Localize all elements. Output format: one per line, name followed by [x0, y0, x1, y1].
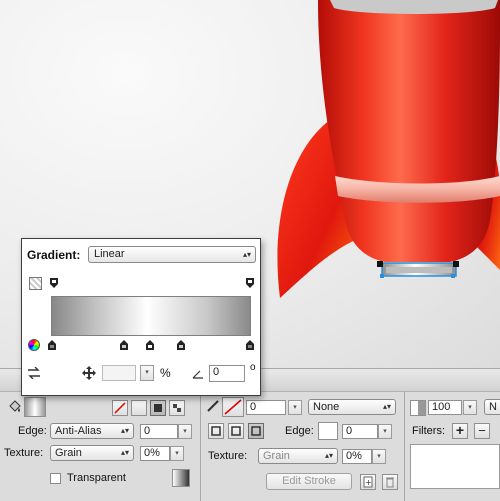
- svg-text:+: +: [365, 478, 372, 487]
- fill-texture-amount-field[interactable]: 0%: [140, 446, 170, 461]
- stroke-texture-amount-field[interactable]: 0%: [342, 449, 372, 464]
- opacity-icon: [410, 400, 426, 416]
- color-stop[interactable]: [146, 340, 154, 350]
- color-wheel-icon[interactable]: [28, 339, 40, 351]
- stroke-edge-amount-stepper[interactable]: ▾: [378, 424, 392, 439]
- column-divider: [404, 391, 405, 501]
- fill-texture-amount-stepper[interactable]: ▾: [170, 446, 184, 461]
- gradient-dither-button[interactable]: [172, 469, 190, 487]
- angle-icon: [192, 369, 204, 379]
- add-filter-button[interactable]: +: [452, 423, 468, 439]
- move-arrows-icon: [82, 366, 96, 380]
- opacity-stop-right[interactable]: [246, 278, 254, 288]
- fill-pattern-button[interactable]: [169, 400, 185, 416]
- stroke-center-button[interactable]: [228, 423, 244, 439]
- edit-stroke-button[interactable]: Edit Stroke: [266, 473, 352, 490]
- remove-filter-button[interactable]: −: [474, 423, 490, 439]
- fill-solid-button[interactable]: [131, 400, 147, 416]
- stroke-size-stepper[interactable]: ▾: [288, 400, 302, 415]
- fill-color-swatch[interactable]: [24, 397, 46, 417]
- transparent-label: Transparent: [67, 472, 126, 484]
- stroke-outside-button[interactable]: [248, 423, 264, 439]
- fill-edge-dropdown[interactable]: Anti-Alias ▴▾: [50, 423, 134, 439]
- stroke-edge-label: Edge:: [285, 425, 314, 437]
- color-stop[interactable]: [246, 340, 254, 350]
- gradient-position-stepper[interactable]: ▾: [140, 365, 154, 381]
- stepper-arrows-icon: ▴▾: [120, 448, 129, 457]
- swap-gradient-icon[interactable]: [27, 366, 41, 380]
- stroke-size-field[interactable]: 0: [246, 400, 286, 415]
- stroke-texture-dropdown[interactable]: Grain ▴▾: [258, 448, 338, 464]
- gradient-type-value: Linear: [94, 248, 125, 260]
- gradient-position-field[interactable]: [102, 365, 136, 381]
- stepper-arrows-icon: ▴▾: [242, 250, 251, 259]
- stepper-arrows-icon: ▴▾: [324, 451, 333, 460]
- color-stop[interactable]: [48, 340, 56, 350]
- column-divider: [200, 391, 201, 501]
- degree-label: o: [250, 362, 256, 373]
- new-stroke-icon[interactable]: +: [360, 474, 376, 490]
- stroke-edge-color-field[interactable]: [318, 422, 338, 440]
- opacity-stop-left[interactable]: [50, 278, 58, 288]
- stepper-arrows-icon: ▴▾: [120, 426, 129, 435]
- fill-texture-label: Texture:: [4, 447, 44, 459]
- gradient-title: Gradient:: [27, 248, 81, 262]
- stroke-type-dropdown[interactable]: None ▴▾: [308, 399, 396, 415]
- color-stop[interactable]: [177, 340, 185, 350]
- delete-stroke-icon[interactable]: [382, 474, 398, 490]
- fill-edge-amount-field[interactable]: 0: [140, 424, 178, 439]
- fill-texture-dropdown[interactable]: Grain ▴▾: [50, 445, 134, 461]
- stroke-texture-value: Grain: [263, 450, 290, 462]
- stepper-arrows-icon: ▴▾: [382, 402, 391, 411]
- gradient-preview-ramp[interactable]: [51, 296, 251, 336]
- blend-mode-dropdown[interactable]: N: [484, 399, 500, 415]
- transparent-checkbox[interactable]: [50, 473, 61, 484]
- gradient-angle-field[interactable]: 0: [209, 365, 245, 382]
- color-stop[interactable]: [120, 340, 128, 350]
- filters-label: Filters:: [412, 425, 445, 437]
- gradient-type-select[interactable]: Linear ▴▾: [88, 246, 256, 263]
- fill-none-button[interactable]: [112, 400, 128, 416]
- stroke-texture-amount-stepper[interactable]: ▾: [372, 449, 386, 464]
- stroke-edge-amount-field[interactable]: 0: [342, 424, 378, 439]
- fill-texture-value: Grain: [55, 447, 82, 459]
- stroke-color-swatch[interactable]: [222, 397, 244, 417]
- pencil-icon: [206, 399, 220, 413]
- fill-edge-label: Edge:: [18, 425, 47, 437]
- gradient-editor-popup: Gradient: Linear ▴▾ ▾ % 0 o: [21, 238, 261, 396]
- filters-list[interactable]: [410, 444, 500, 489]
- paint-bucket-icon: [8, 399, 22, 413]
- percent-label: %: [160, 366, 171, 380]
- stroke-type-value: None: [313, 401, 340, 413]
- fill-gradient-button[interactable]: [150, 400, 166, 416]
- opacity-field[interactable]: 100: [428, 400, 462, 415]
- stroke-texture-label: Texture:: [208, 450, 248, 462]
- opacity-stepper[interactable]: ▾: [463, 400, 477, 415]
- stroke-inside-button[interactable]: [208, 423, 224, 439]
- opacity-swatch-icon: [29, 277, 42, 290]
- fill-edge-amount-stepper[interactable]: ▾: [178, 424, 192, 439]
- fill-edge-value: Anti-Alias: [55, 425, 102, 437]
